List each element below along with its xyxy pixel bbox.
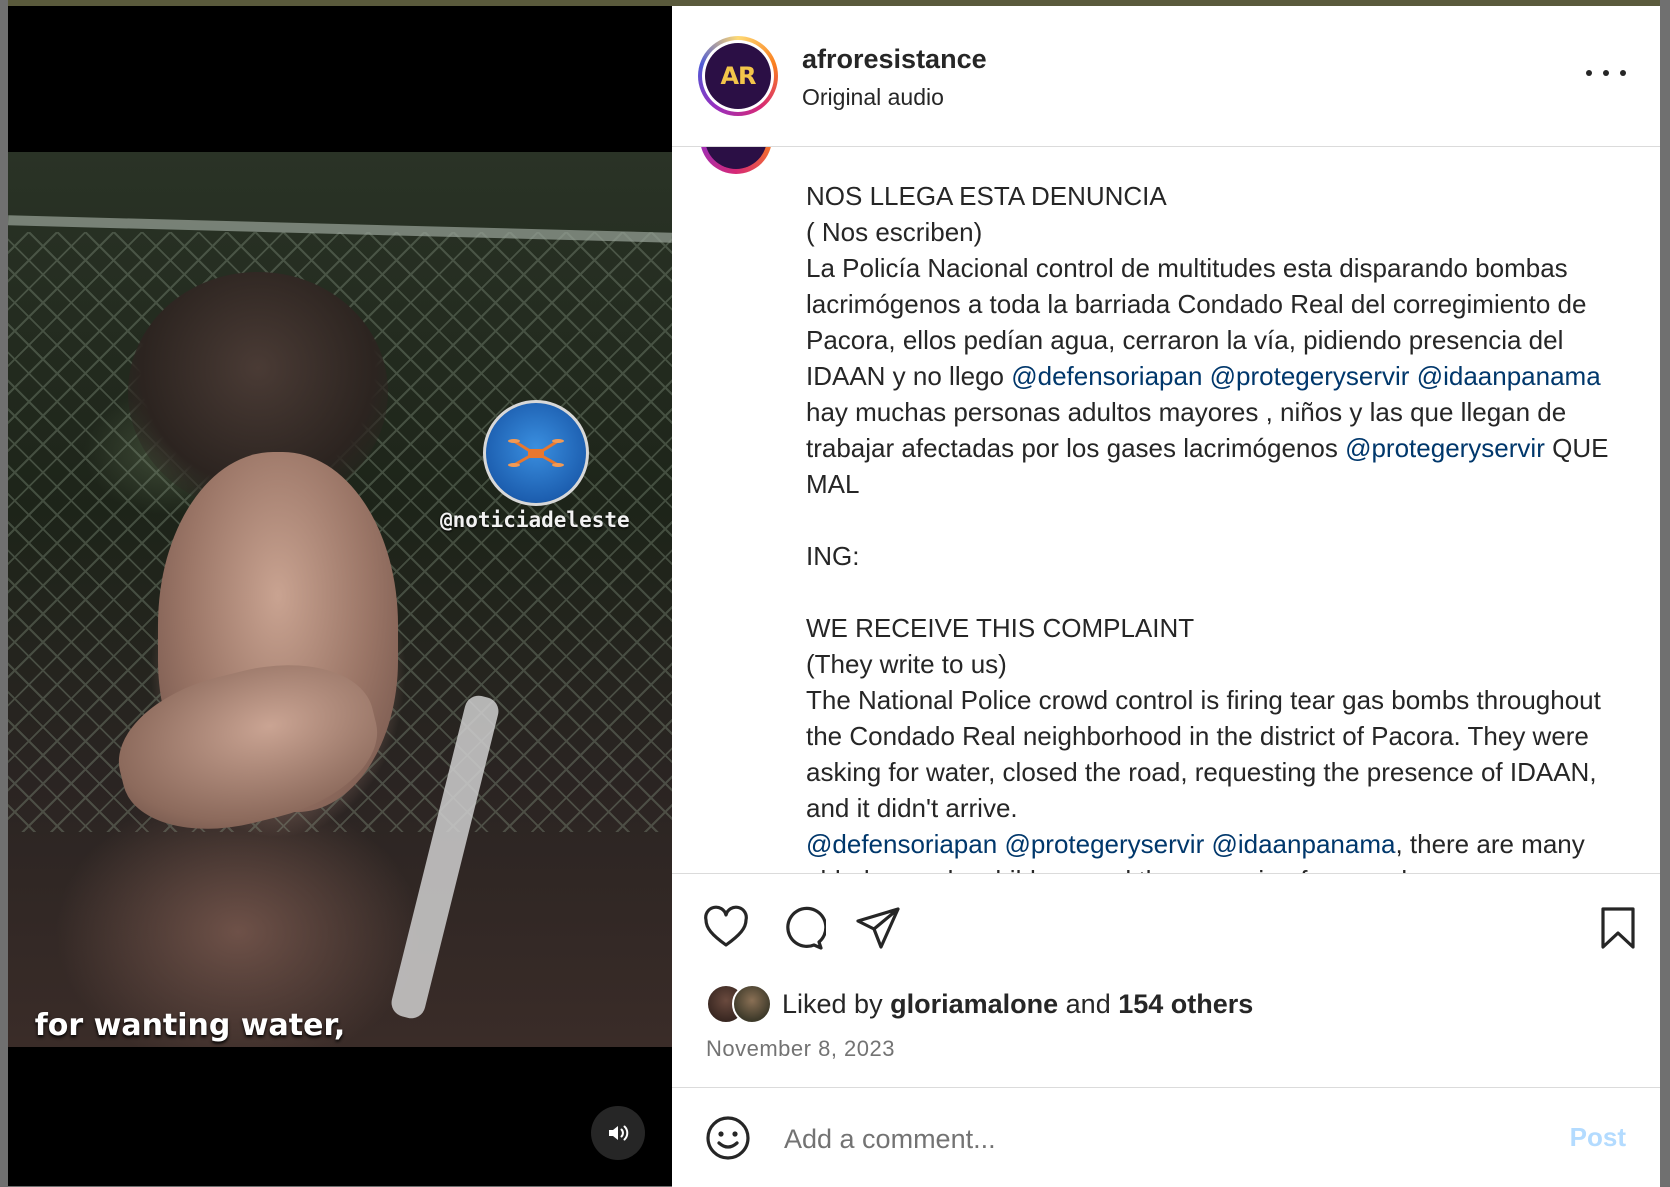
author-avatar[interactable]: AR xyxy=(705,43,771,109)
more-icon-dot xyxy=(1603,70,1609,76)
likes-text: Liked by gloriamalone and 154 others xyxy=(782,989,1253,1020)
share-button[interactable] xyxy=(854,904,902,952)
caption-text-segment xyxy=(1409,361,1416,391)
caption-scroll-area[interactable]: NOS LLEGA ESTA DENUNCIA ( Nos escriben) … xyxy=(672,146,1660,873)
caption-mention-link[interactable]: @protegeryservir xyxy=(1345,433,1545,463)
caption-mention-link[interactable]: @idaanpanama xyxy=(1211,829,1395,859)
likes-and: and xyxy=(1065,988,1111,1019)
audio-link[interactable]: Original audio xyxy=(802,84,944,111)
video-player[interactable]: @noticiadeleste for wanting water, xyxy=(8,6,672,1186)
window-backdrop-left xyxy=(0,0,8,1186)
caption-mention-link[interactable]: @idaanpanama xyxy=(1417,361,1601,391)
comment-bar: Post xyxy=(672,1087,1660,1187)
caption-text-segment: NOS LLEGA ESTA DENUNCIA ( Nos escriben) … xyxy=(806,181,1587,391)
caption-mention-link[interactable]: @protegeryservir xyxy=(1004,829,1204,859)
author-username[interactable]: afroresistance xyxy=(802,44,987,75)
post-caption: NOS LLEGA ESTA DENUNCIA ( Nos escriben) … xyxy=(806,178,1626,873)
caption-text-segment xyxy=(1202,361,1209,391)
more-options-button[interactable] xyxy=(1586,58,1626,88)
share-icon xyxy=(856,907,900,949)
likes-others-link[interactable]: 154 others xyxy=(1118,989,1253,1019)
heart-icon xyxy=(704,905,748,947)
caption-author-avatar[interactable] xyxy=(700,146,772,174)
post-actions: Liked by gloriamalone and 154 others Nov… xyxy=(672,873,1660,1088)
likes-prefix: Liked by xyxy=(782,988,883,1019)
caption-mention-link[interactable]: @defensoriapan xyxy=(1011,361,1202,391)
likes-summary: Liked by gloriamalone and 154 others xyxy=(706,982,1253,1026)
watermark-handle: @noticiadeleste xyxy=(440,508,630,532)
more-icon xyxy=(1586,70,1592,76)
comment-button[interactable] xyxy=(778,904,828,952)
emoji-button[interactable] xyxy=(704,1114,752,1162)
liker-username[interactable]: gloriamalone xyxy=(890,989,1058,1019)
liker-avatar[interactable] xyxy=(732,984,772,1024)
window-backdrop-right xyxy=(1660,0,1670,1186)
bookmark-icon xyxy=(1601,907,1635,949)
drone-icon xyxy=(508,439,564,467)
emoji-icon xyxy=(706,1116,750,1160)
post-date[interactable]: November 8, 2023 xyxy=(706,1036,895,1062)
caption-text-segment: QUE MAL ING: WE RECEIVE THIS COMPLAINT (… xyxy=(806,433,1609,823)
speaker-icon xyxy=(609,1125,629,1141)
mute-button[interactable] xyxy=(591,1106,645,1160)
post-comment-button[interactable]: Post xyxy=(1570,1122,1626,1153)
comment-icon xyxy=(786,906,828,950)
watermark-logo xyxy=(483,400,589,506)
author-avatar-border: AR xyxy=(702,40,774,112)
like-button[interactable] xyxy=(702,904,750,952)
author-avatar-ring[interactable]: AR xyxy=(698,36,778,116)
post-header: AR afroresistance Original audio xyxy=(672,6,1660,147)
caption-mention-link[interactable]: @protegeryservir xyxy=(1210,361,1410,391)
comment-input[interactable] xyxy=(782,1108,1486,1170)
save-button[interactable] xyxy=(1594,904,1642,952)
video-frame[interactable]: @noticiadeleste xyxy=(8,152,672,1047)
caption-mention-link[interactable]: @defensoriapan xyxy=(806,829,997,859)
post-panel: AR afroresistance Original audio NOS LLE… xyxy=(672,6,1660,1187)
more-icon-dot xyxy=(1620,70,1626,76)
